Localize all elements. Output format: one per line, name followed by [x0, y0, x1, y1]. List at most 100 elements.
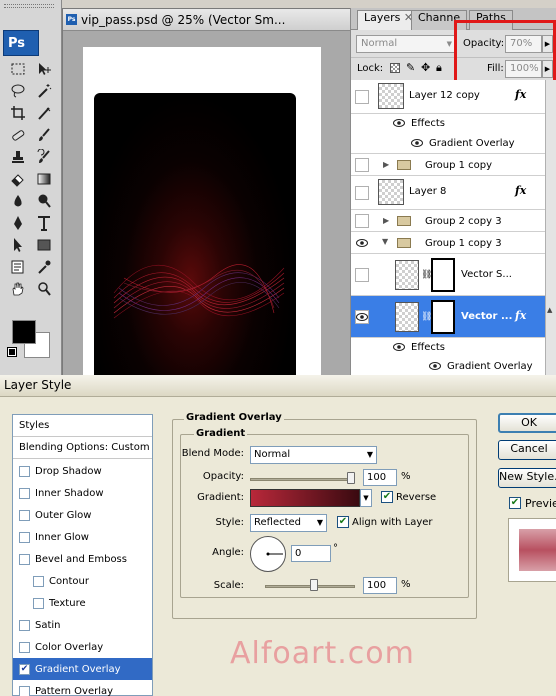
visibility-toggle[interactable]: [355, 310, 369, 324]
preview-checkbox[interactable]: ✔: [509, 497, 521, 509]
ok-button[interactable]: OK: [498, 413, 556, 433]
dodge-tool-icon[interactable]: [34, 192, 54, 210]
visibility-toggle[interactable]: [355, 90, 369, 104]
fx-icon[interactable]: fx: [515, 184, 526, 197]
effects-row[interactable]: Effects: [351, 338, 545, 358]
checkbox[interactable]: [19, 531, 30, 543]
scroll-up-arrow-icon[interactable]: ▲: [547, 306, 552, 314]
layer-row-group-1-copy[interactable]: ▶ Group 1 copy: [351, 154, 545, 176]
magic-wand-icon[interactable]: [34, 82, 54, 100]
lock-position-icon[interactable]: ✥: [421, 61, 430, 74]
toolbar-grip[interactable]: [4, 4, 54, 8]
opacity-input[interactable]: 100: [363, 469, 397, 486]
document-titlebar[interactable]: Ps vip_pass.psd @ 25% (Vector Sm...: [63, 9, 351, 31]
checkbox[interactable]: [19, 465, 30, 477]
eye-icon[interactable]: [429, 361, 441, 374]
eye-icon[interactable]: [393, 118, 405, 131]
pen-tool-icon[interactable]: [8, 214, 28, 232]
gradient-dropdown-arrow-icon[interactable]: ▼: [360, 489, 372, 507]
history-brush-icon[interactable]: [34, 148, 54, 166]
lock-all-icon[interactable]: 🔒︎: [436, 61, 442, 75]
foreground-color-swatch-front[interactable]: [12, 320, 36, 344]
visibility-toggle[interactable]: [355, 158, 369, 172]
expand-triangle-icon[interactable]: ▶: [383, 216, 389, 225]
blending-options-item[interactable]: Blending Options: Custom: [13, 437, 152, 459]
marquee-tool-icon[interactable]: [8, 60, 28, 78]
style-item-inner-glow[interactable]: Inner Glow: [13, 526, 152, 548]
blend-mode-select[interactable]: Normal ▼: [356, 35, 456, 53]
gradient-tool-icon[interactable]: [34, 170, 54, 188]
gradient-overlay-effect-row[interactable]: Gradient Overlay: [351, 358, 545, 375]
healing-brush-icon[interactable]: [8, 126, 28, 144]
style-item-contour[interactable]: Contour: [13, 570, 152, 592]
checkbox[interactable]: [19, 685, 30, 696]
notes-tool-icon[interactable]: [8, 258, 28, 276]
crop-tool-icon[interactable]: [8, 104, 28, 122]
align-with-layer-checkbox[interactable]: ✔: [337, 516, 349, 528]
collapse-triangle-icon[interactable]: ▼: [382, 237, 388, 246]
layer-row-group-1-copy-3[interactable]: ▼ Group 1 copy 3: [351, 232, 545, 254]
checkbox[interactable]: [19, 619, 30, 631]
default-colors-icon[interactable]: [7, 347, 17, 357]
style-item-color-overlay[interactable]: Color Overlay: [13, 636, 152, 658]
zoom-tool-icon[interactable]: [34, 280, 54, 298]
reverse-checkbox[interactable]: ✔: [381, 491, 393, 503]
eye-icon[interactable]: [411, 138, 423, 151]
blend-mode-select[interactable]: Normal ▼: [250, 446, 377, 464]
style-item-outer-glow[interactable]: Outer Glow: [13, 504, 152, 526]
visibility-toggle[interactable]: [355, 236, 369, 250]
slice-tool-icon[interactable]: [34, 104, 54, 122]
layer-row-group-2-copy-3[interactable]: ▶ Group 2 copy 3: [351, 210, 545, 232]
angle-input[interactable]: 0: [291, 545, 331, 562]
expand-triangle-icon[interactable]: ▶: [383, 160, 389, 169]
shape-tool-icon[interactable]: [34, 236, 54, 254]
eraser-tool-icon[interactable]: [8, 170, 28, 188]
layer-row-layer-12-copy[interactable]: Layer 12 copy fx: [351, 80, 545, 114]
style-item-satin[interactable]: Satin: [13, 614, 152, 636]
gradient-swatch[interactable]: [250, 489, 360, 507]
visibility-toggle[interactable]: [355, 268, 369, 282]
style-item-drop-shadow[interactable]: Drop Shadow: [13, 460, 152, 482]
lock-transparency-icon[interactable]: [390, 63, 400, 73]
scale-input[interactable]: 100: [363, 577, 397, 594]
lasso-tool-icon[interactable]: [8, 82, 28, 100]
scale-slider-handle[interactable]: [310, 579, 318, 591]
style-item-inner-shadow[interactable]: Inner Shadow: [13, 482, 152, 504]
hand-tool-icon[interactable]: [8, 280, 28, 298]
type-tool-icon[interactable]: [34, 214, 54, 232]
dialog-title[interactable]: Layer Style: [0, 375, 556, 397]
cancel-button[interactable]: Cancel: [498, 440, 556, 460]
style-item-bevel-emboss[interactable]: Bevel and Emboss: [13, 548, 152, 570]
checkbox[interactable]: [33, 575, 44, 587]
new-style-button[interactable]: New Style...: [498, 468, 556, 488]
checkbox[interactable]: [19, 641, 30, 653]
eyedropper-icon[interactable]: [34, 258, 54, 276]
eye-icon[interactable]: [393, 342, 405, 355]
style-item-pattern-overlay[interactable]: Pattern Overlay: [13, 680, 152, 696]
path-selection-icon[interactable]: [8, 236, 28, 254]
fx-icon[interactable]: fx: [515, 309, 526, 322]
opacity-slider[interactable]: [250, 478, 355, 481]
checkbox[interactable]: [19, 487, 30, 499]
checkbox[interactable]: [19, 553, 30, 565]
canvas-area[interactable]: [63, 31, 351, 396]
style-select[interactable]: Reflected ▼: [250, 514, 327, 532]
visibility-toggle[interactable]: [355, 186, 369, 200]
gradient-overlay-effect-row[interactable]: Gradient Overlay: [351, 134, 545, 154]
checkbox-checked[interactable]: ✔: [19, 663, 30, 675]
visibility-toggle[interactable]: [355, 214, 369, 228]
move-tool-icon[interactable]: [34, 60, 54, 78]
checkbox[interactable]: [19, 509, 30, 521]
layer-row-layer-8[interactable]: Layer 8 fx: [351, 176, 545, 210]
layer-row-vector-selected[interactable]: ⛓ Vector ... fx: [351, 296, 545, 338]
clone-stamp-icon[interactable]: [8, 148, 28, 166]
style-item-texture[interactable]: Texture: [13, 592, 152, 614]
blur-tool-icon[interactable]: [8, 192, 28, 210]
styles-header[interactable]: Styles: [13, 415, 152, 437]
layer-row-vector-s[interactable]: ⛓ Vector S...: [351, 254, 545, 296]
style-item-gradient-overlay[interactable]: ✔ Gradient Overlay: [13, 658, 152, 680]
layers-scrollbar[interactable]: ▲: [545, 80, 556, 375]
effects-row[interactable]: Effects: [351, 114, 545, 134]
angle-dial[interactable]: [250, 536, 286, 572]
brush-tool-icon[interactable]: [34, 126, 54, 144]
